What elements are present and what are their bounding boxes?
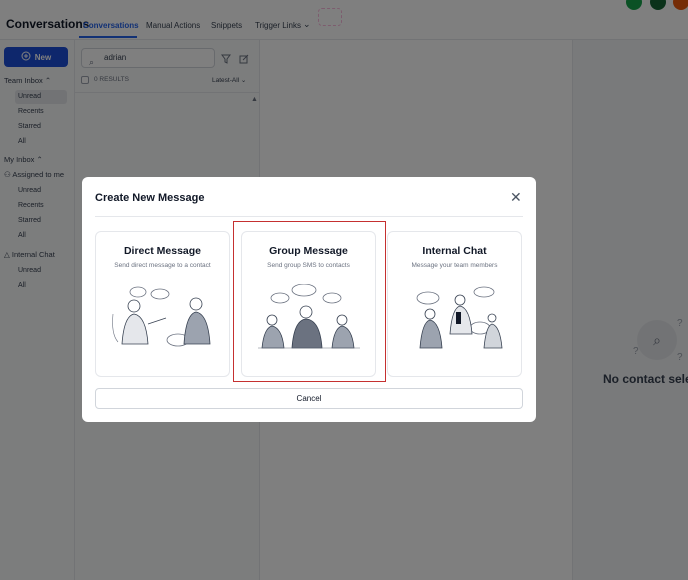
divider [95,216,523,217]
modal-title: Create New Message [95,192,205,204]
direct-message-card[interactable]: Direct Message Send direct message to a … [95,231,230,377]
internal-chat-card[interactable]: Internal Chat Message your team members [387,231,522,377]
close-icon[interactable]: ✕ [510,189,522,206]
card-title: Internal Chat [422,245,487,257]
direct-message-illustration [112,286,211,347]
card-description: Message your team members [411,262,498,269]
internal-chat-illustration [416,286,503,349]
card-title: Direct Message [123,245,202,257]
selection-highlight [233,221,386,382]
create-message-modal: Create New Message ✕ Direct Message Send… [82,177,536,422]
card-description: Send direct message to a contact [114,262,211,269]
cancel-button[interactable]: Cancel [95,388,523,409]
